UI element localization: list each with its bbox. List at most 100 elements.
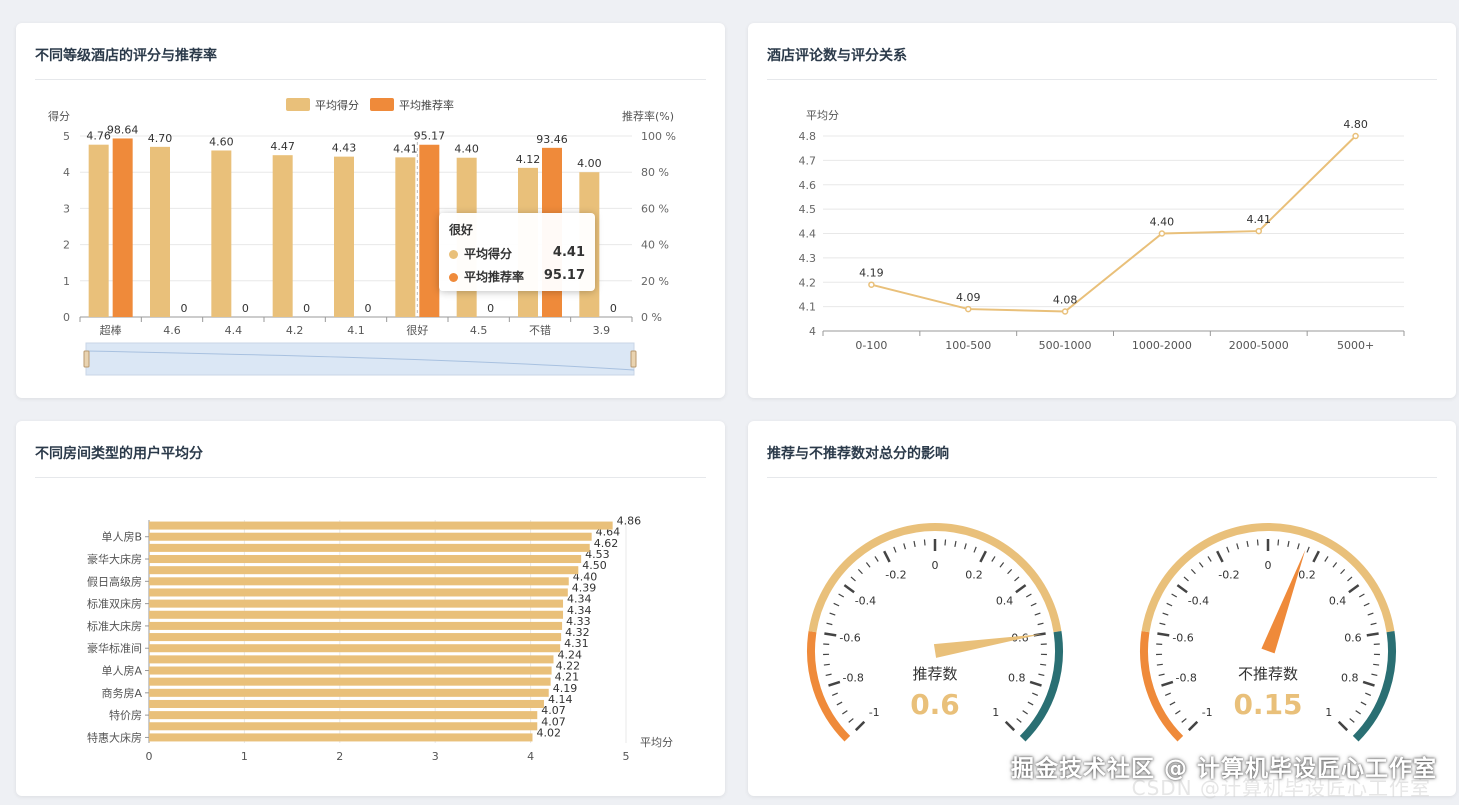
gauge-tick	[1370, 622, 1377, 626]
gauge-tick	[1171, 593, 1178, 598]
gauge-tick	[883, 550, 891, 563]
x-tick-label: 4	[527, 750, 534, 763]
gauge-tick	[973, 546, 977, 553]
gauge-tick	[1038, 673, 1045, 677]
gauge-tick	[1034, 612, 1041, 616]
y-tick-label: 4.7	[799, 154, 817, 167]
gauge-tick	[1349, 718, 1355, 723]
gauge-tick	[1198, 562, 1204, 568]
gauge-name: 不推荐数	[1238, 665, 1298, 683]
datazoom-handle-right[interactable]	[630, 350, 637, 368]
gauge-tick	[1022, 710, 1028, 715]
gauge-tick	[1207, 556, 1212, 562]
y-tick-label: 4.3	[799, 252, 817, 265]
data-label: 4.14	[548, 693, 573, 706]
tooltip-row: 平均推荐率 95.17	[449, 268, 585, 285]
y-right-tick-label: 80 %	[641, 166, 669, 179]
data-label: 4.86	[617, 515, 642, 528]
legend-label: 平均推荐率	[399, 98, 454, 112]
gauge-tick	[823, 663, 830, 666]
gauge-tick	[944, 539, 947, 546]
x-tick-label: 5000+	[1337, 339, 1374, 352]
score-data-label: 4.70	[148, 132, 173, 145]
gauge-tick	[1037, 622, 1044, 626]
y-axis-label: 得分	[48, 110, 70, 123]
datazoom-handle-left[interactable]	[83, 350, 90, 368]
gauge-tick	[903, 543, 907, 550]
score-bar	[395, 157, 416, 317]
bar	[149, 577, 569, 586]
tooltip-label: 平均得分	[464, 247, 513, 261]
bar	[149, 532, 592, 541]
gauge-tick	[1277, 539, 1280, 546]
series-line	[871, 135, 1357, 313]
x-tick-label: 4.1	[347, 324, 365, 337]
x-tick-label: 很好	[406, 323, 428, 337]
bar	[149, 677, 551, 686]
datazoom-slider[interactable]	[85, 342, 635, 376]
y-tick-label: 特惠大床房	[87, 730, 142, 744]
gauge-tick-label: 0.4	[1329, 594, 1347, 607]
gauge-tick	[842, 710, 848, 715]
score-data-label: 4.12	[516, 153, 541, 166]
y-tick-label: 单人房A	[101, 665, 142, 678]
gauge-tick-label: 0.2	[965, 568, 983, 581]
bar	[149, 555, 582, 564]
y-tick-label: 4.6	[799, 179, 817, 192]
tooltip-title: 很好	[449, 223, 474, 237]
gauge-tick	[1337, 720, 1349, 732]
x-tick-label: 2	[336, 750, 343, 763]
gauge-tick	[1190, 568, 1196, 575]
rate-data-label: 95.17	[414, 130, 446, 143]
score-bar	[88, 144, 109, 317]
reviews-score-chart: 4 4.1 4.2 4.3 4.4 4.5 4.6 4.7 4.8 平均分 0-100 100-500…	[799, 109, 1405, 352]
gauge-tick-label: -1	[869, 706, 880, 719]
y-tick-label: 商务房A	[101, 686, 142, 700]
data-label: 4.02	[537, 726, 562, 739]
x-tick-label: 0	[146, 750, 153, 763]
x-tick-label: 0-100	[855, 339, 887, 352]
x-tick-label: 超棒	[100, 323, 122, 337]
score-data-label: 4.47	[270, 140, 295, 153]
watermark: 掘金技术社区 @ 计算机毕设匠心工作室	[1010, 756, 1437, 782]
gauge-tick	[1367, 612, 1374, 616]
x-tick-label: 3.9	[593, 324, 611, 337]
data-label: 4.39	[572, 581, 597, 594]
bar	[149, 655, 554, 664]
y-right-tick-label: 40 %	[641, 239, 669, 252]
gauge-tick	[1029, 680, 1042, 687]
bar	[149, 633, 562, 642]
gauge-tick-label: 0.8	[1008, 672, 1026, 685]
gauge-tick-label: 0.2	[1298, 568, 1316, 581]
gauge-tick	[854, 720, 866, 732]
score-data-label: 4.60	[209, 135, 234, 148]
y-right-tick-label: 60 %	[641, 202, 669, 215]
reviews-score-panel: 酒店评论数与评分关系 4 4.1 4.2 4.3 4.4 4.5 4.6 4.7 4.8 平均分 0…	[748, 23, 1456, 398]
gauge-tick	[1236, 543, 1240, 550]
data-label: 4.22	[556, 660, 581, 673]
gauge-tick	[1158, 673, 1165, 677]
gauge-tick	[1156, 663, 1163, 666]
y-axis-label: 平均分	[806, 109, 839, 122]
x-tick-label: 4.2	[286, 324, 304, 337]
x-tick-label: 4.4	[225, 324, 243, 337]
gauge-tick	[1030, 602, 1037, 607]
x-tick-label: 100-500	[945, 339, 991, 352]
gauge-tick-label: 0.6	[1344, 632, 1362, 645]
bar	[149, 543, 590, 552]
y-tick-label: 5	[63, 130, 70, 143]
data-point	[868, 281, 875, 288]
gauge-tick	[1007, 568, 1013, 575]
gauge-tick	[1183, 576, 1189, 582]
legend-label: 平均得分	[315, 99, 359, 112]
rate-data-label: 0	[242, 302, 249, 315]
gauge-tick	[1015, 584, 1027, 594]
gauge-tick	[824, 632, 837, 637]
data-label: 4.19	[553, 682, 578, 695]
gauge-tick-label: 0	[932, 559, 939, 572]
gauge-tick	[1175, 710, 1181, 715]
gauge-tick	[1362, 680, 1375, 687]
score-bar	[334, 156, 354, 317]
gauge-tick-label: 0.8	[1341, 672, 1359, 685]
gauge-tick-label: -0.8	[842, 672, 863, 685]
